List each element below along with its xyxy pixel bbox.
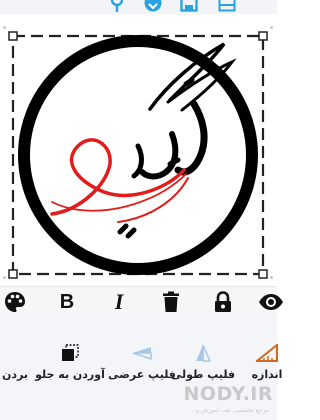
edit-toolbar: B I: [0, 286, 283, 316]
flip-vertical-label: فلیپ طولی: [170, 368, 236, 381]
bring-forward-button[interactable]: آوردن به جلو: [35, 343, 105, 383]
watermark: NODY.IR مرجع تخصصی نقد، آموزش و...: [184, 383, 273, 417]
design-canvas[interactable]: [0, 14, 277, 286]
share-icon[interactable]: [144, 0, 162, 12]
gallery-icon[interactable]: [218, 0, 236, 12]
resize-button[interactable]: اندازه: [236, 343, 298, 383]
bold-icon[interactable]: B: [54, 290, 80, 314]
resize-handle[interactable]: [258, 31, 268, 41]
send-back-button[interactable]: بردن: [0, 343, 28, 383]
logo-ring: [18, 35, 258, 275]
flip-horizontal-button[interactable]: فلیپ عرضی: [108, 343, 176, 383]
top-toolbar: [0, 0, 277, 14]
lock-icon[interactable]: [210, 290, 236, 314]
resize-label: اندازه: [251, 368, 283, 381]
palette-icon[interactable]: [2, 290, 28, 314]
send-back-label: بردن: [1, 368, 28, 381]
resize-ruler-icon: [256, 343, 278, 363]
resize-handle[interactable]: [258, 269, 268, 279]
bring-forward-label: آوردن به جلو: [35, 368, 105, 381]
italic-icon[interactable]: I: [106, 289, 132, 314]
bring-forward-icon: [60, 343, 80, 363]
resize-handle[interactable]: [8, 31, 18, 41]
save-icon[interactable]: [180, 0, 198, 12]
calligraphy-logo: [50, 42, 237, 239]
flip-vertical-icon: [193, 343, 213, 363]
eye-icon[interactable]: [258, 290, 284, 314]
watermark-subtext: مرجع تخصصی نقد، آموزش و...: [190, 407, 269, 414]
resize-handle[interactable]: [8, 269, 18, 279]
flip-vertical-button[interactable]: فلیپ طولی: [170, 343, 236, 383]
pin-icon[interactable]: [108, 0, 126, 12]
watermark-text: NODY.IR: [183, 383, 273, 405]
flip-horizontal-label: فلیپ عرضی: [108, 368, 176, 381]
flip-horizontal-icon: [131, 343, 153, 363]
trash-icon[interactable]: [158, 290, 184, 314]
